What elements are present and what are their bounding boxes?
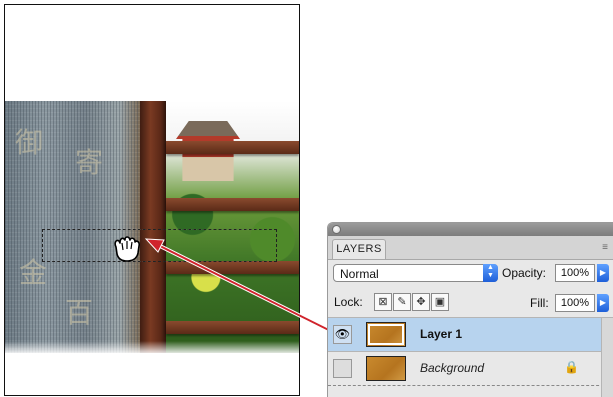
- stone-glyph: 寄: [75, 146, 104, 179]
- stone-glyph: 御: [15, 126, 44, 159]
- fill-slider-arrow-icon[interactable]: ▶: [597, 294, 609, 312]
- selection-marquee[interactable]: [42, 229, 277, 262]
- layer-thumbnail: [366, 356, 406, 381]
- layer-name: Background: [420, 361, 485, 375]
- layer-name: Layer 1: [420, 327, 463, 341]
- hand-cursor-icon: [114, 236, 140, 262]
- visibility-toggle[interactable]: [333, 359, 352, 378]
- stone-glyph: 百: [65, 296, 94, 329]
- fence-rail: [166, 141, 299, 154]
- panel-menu-icon[interactable]: ≡: [602, 242, 608, 253]
- tab-layers[interactable]: LAYERS: [332, 239, 386, 259]
- wooden-post: [140, 101, 166, 353]
- fence-rail: [166, 261, 299, 274]
- document-canvas[interactable]: 御 寄 金 百: [4, 4, 300, 396]
- fence-rail: [166, 321, 299, 334]
- layer-row-background[interactable]: Background 🔒: [328, 352, 613, 386]
- layer-thumbnail: [366, 322, 406, 347]
- stepper-icon[interactable]: ▲ ▼: [483, 264, 498, 282]
- photo-fade-edge: [5, 341, 299, 353]
- blend-mode-select[interactable]: Normal ▲ ▼: [333, 264, 498, 282]
- photo-image: 御 寄 金 百: [5, 101, 299, 353]
- fill-field[interactable]: 100%: [555, 294, 595, 312]
- layer-row-layer-1[interactable]: 👁 Layer 1: [328, 318, 613, 352]
- lock-row: Lock: ⊠ ✎ ✥ ▣ Fill: 100% ▶: [328, 287, 613, 318]
- blend-mode-value: Normal: [340, 267, 379, 281]
- fence-rail: [166, 198, 299, 211]
- garden-scene: [166, 101, 299, 353]
- opacity-field[interactable]: 100%: [555, 264, 595, 282]
- lock-icon: 🔒: [564, 360, 579, 374]
- scrollbar[interactable]: [601, 318, 613, 397]
- panel-titlebar[interactable]: [328, 223, 613, 236]
- lock-all-icon[interactable]: ▣: [431, 293, 449, 311]
- lock-label: Lock:: [334, 295, 363, 309]
- close-icon[interactable]: [332, 225, 341, 234]
- eye-icon: 👁: [334, 327, 351, 341]
- opacity-slider-arrow-icon[interactable]: ▶: [597, 264, 609, 282]
- stone-tablet: 御 寄 金 百: [5, 101, 140, 353]
- layers-panel: LAYERS ≡ Normal ▲ ▼ Opacity: 100% ▶ Lock:…: [327, 222, 613, 397]
- lock-transparent-pixels-icon[interactable]: ⊠: [374, 293, 392, 311]
- lock-position-icon[interactable]: ✥: [412, 293, 430, 311]
- blend-row: Normal ▲ ▼ Opacity: 100% ▶: [328, 261, 613, 287]
- opacity-label: Opacity:: [502, 266, 547, 280]
- fill-label: Fill:: [530, 296, 549, 310]
- visibility-toggle[interactable]: 👁: [333, 325, 352, 344]
- lock-image-pixels-icon[interactable]: ✎: [393, 293, 411, 311]
- panel-tabbar: LAYERS ≡: [328, 236, 613, 260]
